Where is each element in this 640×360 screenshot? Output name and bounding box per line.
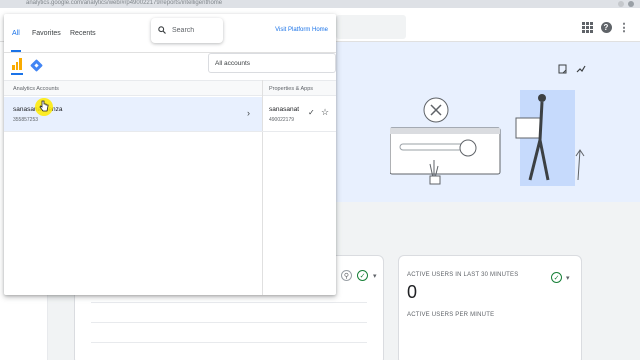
- star-icon[interactable]: ☆: [321, 107, 329, 118]
- divider: [91, 322, 367, 323]
- account-picker-panel: All Favorites Recents Visit Platform Hom…: [4, 14, 336, 295]
- help-icon[interactable]: ?: [599, 20, 613, 34]
- product-switcher: [12, 58, 43, 72]
- extension-icon[interactable]: [618, 1, 624, 7]
- tag-manager-product-icon[interactable]: [30, 59, 43, 72]
- tab-all[interactable]: All: [12, 30, 20, 37]
- realtime-subtitle: ACTIVE USERS PER MINUTE: [407, 312, 495, 318]
- visit-platform-home-link[interactable]: Visit Platform Home: [275, 27, 328, 33]
- apps-grid-icon[interactable]: [580, 20, 594, 34]
- chevron-down-icon[interactable]: ▾: [373, 272, 377, 280]
- properties-column-header: Properties & Apps: [269, 86, 314, 92]
- property-id: 490022179: [269, 117, 295, 123]
- analytics-product-icon[interactable]: [12, 58, 23, 70]
- chevron-down-icon[interactable]: ▾: [566, 274, 570, 282]
- picker-search[interactable]: [151, 18, 223, 43]
- tab-recents[interactable]: Recents: [70, 30, 96, 37]
- header-search-bar[interactable]: [336, 15, 406, 39]
- more-vert-icon[interactable]: ⋮: [617, 20, 631, 34]
- search-icon: [158, 25, 166, 36]
- browser-chrome: analytics.google.com/analytics/web/#/p49…: [0, 0, 640, 8]
- realtime-card: ACTIVE USERS IN LAST 30 MINUTES ✓ ▾ 0 AC…: [398, 255, 582, 360]
- column-header-row: Analytics Accounts Properties & Apps: [4, 80, 336, 96]
- compare-icon[interactable]: ⚲: [341, 270, 352, 281]
- divider: [91, 302, 367, 303]
- property-name: sanasanat: [269, 106, 299, 113]
- hero-actions: [558, 64, 586, 77]
- address-bar-url[interactable]: analytics.google.com/analytics/web/#/p49…: [26, 0, 222, 6]
- active-users-value: 0: [407, 282, 418, 302]
- selected-check-icon: ✓: [308, 108, 315, 117]
- divider: [91, 342, 367, 343]
- status-check-icon[interactable]: ✓: [357, 270, 368, 281]
- tab-favorites[interactable]: Favorites: [32, 30, 61, 37]
- profile-icon[interactable]: [628, 1, 634, 7]
- accounts-column-header: Analytics Accounts: [13, 86, 59, 92]
- account-id: 355857253: [13, 117, 39, 123]
- chevron-right-icon: ›: [247, 108, 250, 118]
- accounts-filter-dropdown[interactable]: All accounts: [208, 53, 336, 73]
- picker-tabs: All Favorites Recents Visit Platform Hom…: [4, 14, 336, 52]
- property-row[interactable]: sanasanat 490022179 ✓ ☆: [263, 97, 336, 131]
- active-product-indicator: [11, 73, 23, 75]
- realtime-title: ACTIVE USERS IN LAST 30 MINUTES: [407, 272, 519, 278]
- divider: [4, 131, 336, 132]
- edit-note-icon[interactable]: [558, 64, 568, 77]
- search-input[interactable]: [172, 27, 212, 34]
- insights-icon[interactable]: [576, 64, 586, 77]
- hero-illustration: [390, 90, 585, 186]
- hand-cursor-icon: [39, 100, 49, 115]
- status-check-icon[interactable]: ✓: [551, 272, 562, 283]
